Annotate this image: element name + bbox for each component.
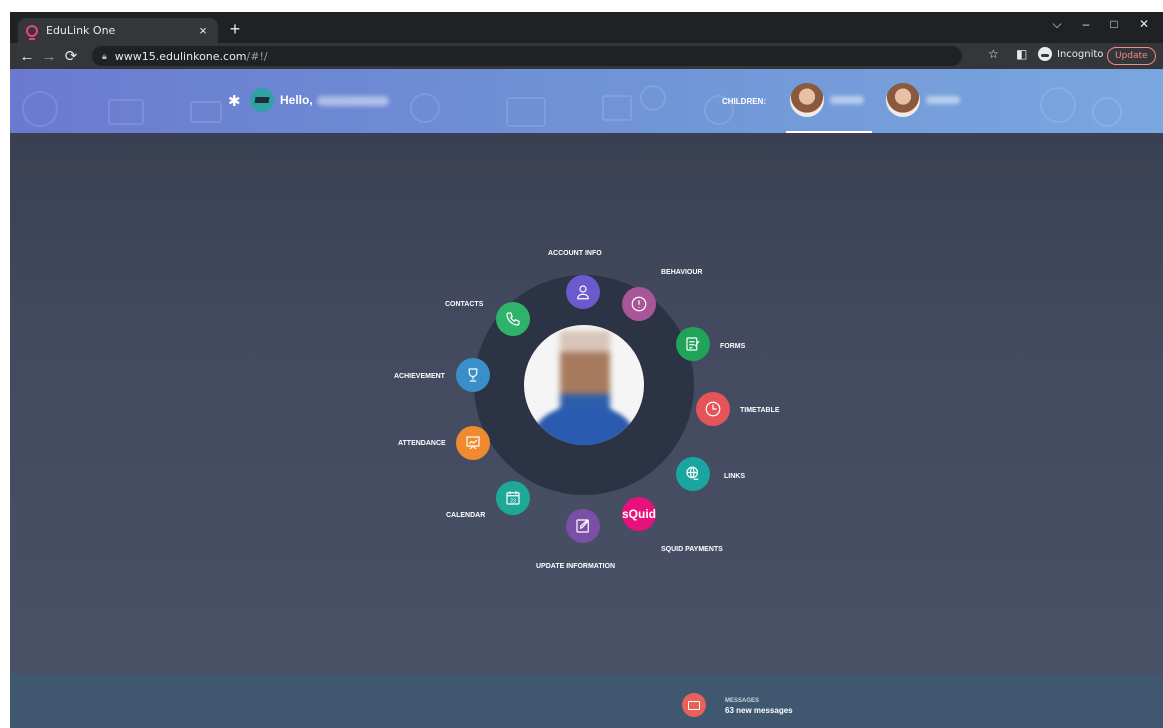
forward-icon[interactable]: → [38, 48, 60, 65]
attendance-button[interactable] [456, 426, 490, 460]
url-path: /#!/ [246, 49, 268, 63]
calendar-day: 23 [510, 499, 516, 505]
calendar-button[interactable]: 23 [496, 481, 530, 515]
tab-edulink[interactable]: EduLink One × [18, 18, 218, 43]
menu-wheel: ACCOUNT INFO BEHAVIOUR FORMS TIMETABLE L… [10, 69, 1163, 728]
forms-label[interactable]: FORMS [720, 343, 745, 350]
squid-logo: sQuid [622, 507, 657, 521]
back-icon[interactable]: ← [16, 48, 38, 65]
links-label[interactable]: LINKS [724, 473, 745, 480]
url-host: www15.edulinkone.com [114, 49, 247, 63]
timetable-label[interactable]: TIMETABLE [740, 407, 780, 414]
tab-title: EduLink One [46, 24, 116, 37]
update-information-button[interactable] [566, 509, 600, 543]
student-photo [524, 325, 644, 445]
minimize-button[interactable]: – [1076, 17, 1096, 31]
behaviour-button[interactable] [622, 287, 656, 321]
calendar-label[interactable]: CALENDAR [446, 512, 485, 519]
clock-icon [705, 401, 721, 417]
incognito-label: Incognito [1057, 48, 1104, 60]
envelope-icon[interactable] [682, 693, 706, 717]
browser-window: EduLink One × + ⌵ – □ ✕ ← → ⟳ 🔒︎ www15.e… [10, 12, 1163, 728]
browser-toolbar: ← → ⟳ 🔒︎ www15.edulinkone.com/#!/ ☆ ◧ In… [10, 43, 1163, 69]
trophy-icon [468, 368, 478, 382]
edit-icon [576, 519, 589, 533]
calendar-icon: 23 [506, 491, 520, 505]
phone-icon [506, 312, 520, 326]
tab-strip: EduLink One × + ⌵ – □ ✕ [10, 12, 1163, 43]
update-information-label[interactable]: UPDATE INFORMATION [536, 563, 615, 570]
account-info-button[interactable] [566, 275, 600, 309]
edulink-app: ✱ Hello, CHILDREN: ACCOUNT INFO BEHAVIOU… [10, 69, 1163, 728]
side-panel-icon[interactable]: ◧ [1016, 47, 1027, 61]
update-button[interactable]: Update [1107, 47, 1156, 65]
person-icon [577, 285, 589, 300]
behaviour-label[interactable]: BEHAVIOUR [661, 269, 702, 276]
chart-board-icon [466, 436, 480, 450]
squid-payments-button[interactable]: sQuid [622, 497, 656, 531]
tab-search-icon[interactable]: ⌵ [1047, 17, 1067, 32]
messages-label: MESSAGES [725, 698, 760, 704]
reload-icon[interactable]: ⟳ [60, 47, 82, 65]
maximize-button[interactable]: □ [1104, 17, 1124, 31]
links-button[interactable] [676, 457, 710, 491]
form-icon [686, 337, 700, 351]
messages-footer[interactable]: MESSAGES 63 new messages [10, 675, 1163, 728]
lock-icon: 🔒︎ [102, 50, 107, 61]
address-bar[interactable]: 🔒︎ www15.edulinkone.com/#!/ [92, 46, 962, 66]
forms-button[interactable] [676, 327, 710, 361]
new-tab-button[interactable]: + [224, 18, 246, 40]
contacts-label[interactable]: CONTACTS [445, 301, 483, 308]
achievement-label[interactable]: ACHIEVEMENT [394, 373, 445, 380]
edulink-favicon-icon [26, 24, 38, 40]
incognito-icon [1038, 47, 1052, 61]
bookmark-star-icon[interactable]: ☆ [988, 47, 999, 61]
incognito-indicator[interactable]: Incognito [1038, 47, 1103, 61]
attendance-label[interactable]: ATTENDANCE [398, 440, 446, 447]
globe-link-icon [686, 466, 699, 480]
squid-payments-label[interactable]: SQUID PAYMENTS [661, 546, 723, 553]
timetable-button[interactable] [696, 392, 730, 426]
account-info-label[interactable]: ACCOUNT INFO [548, 250, 602, 257]
close-window-button[interactable]: ✕ [1134, 17, 1154, 31]
achievement-button[interactable] [456, 358, 490, 392]
tab-close-icon[interactable]: × [196, 23, 210, 38]
messages-count[interactable]: 63 new messages [725, 706, 793, 715]
contacts-button[interactable] [496, 302, 530, 336]
exclamation-icon [631, 296, 647, 312]
